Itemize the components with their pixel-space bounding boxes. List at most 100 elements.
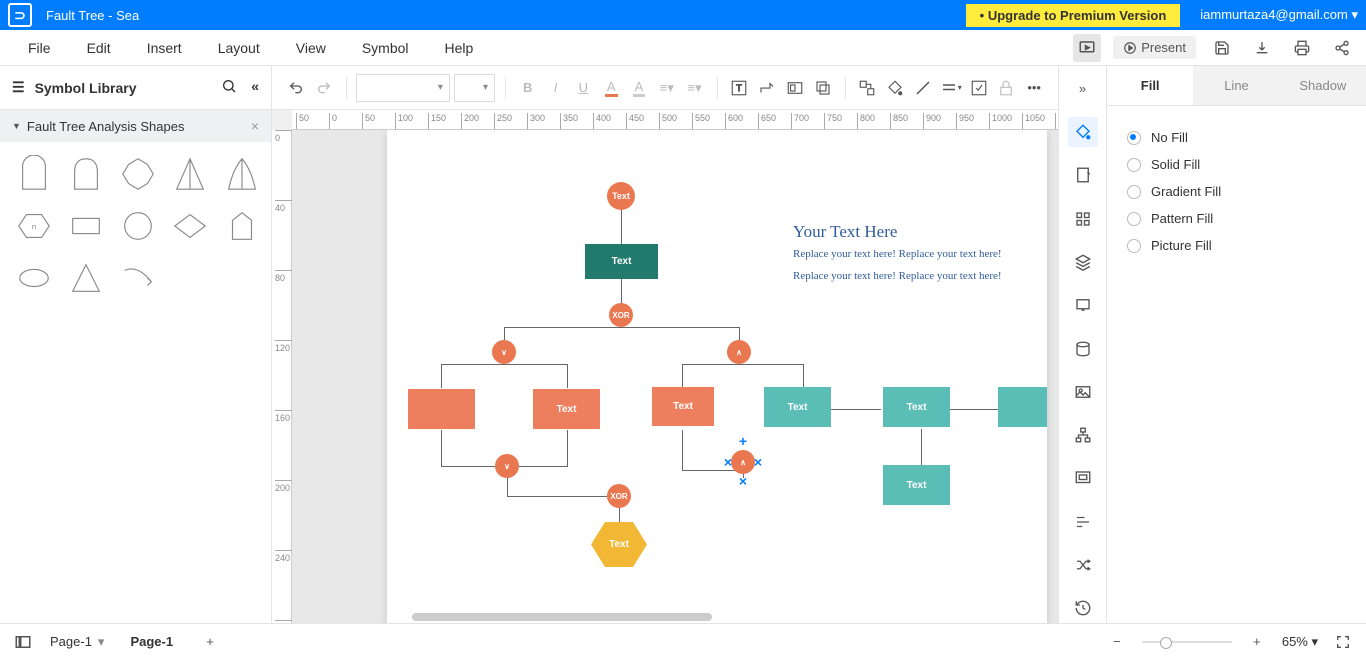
scrollbar-horizontal[interactable] — [412, 613, 712, 621]
node-teal-box1[interactable]: Text — [764, 387, 831, 427]
highlight-button[interactable]: A — [627, 73, 651, 103]
tab-shadow[interactable]: Shadow — [1280, 66, 1366, 105]
line-color-button[interactable] — [911, 73, 935, 103]
zoom-in-button[interactable]: + — [1246, 631, 1268, 653]
layers-panel-button[interactable] — [1068, 247, 1098, 276]
shape-item[interactable] — [116, 152, 160, 196]
node-hex[interactable]: Text — [591, 522, 647, 567]
node-top-circle[interactable]: Text — [607, 182, 635, 210]
shape-item[interactable] — [220, 152, 264, 196]
shape-item[interactable] — [64, 204, 108, 248]
node-and2-selected[interactable]: ∧ — [731, 450, 755, 474]
menu-insert[interactable]: Insert — [129, 40, 200, 56]
tab-line[interactable]: Line — [1193, 66, 1279, 105]
container-button[interactable] — [783, 73, 807, 103]
group-button[interactable] — [855, 73, 879, 103]
fill-panel-button[interactable] — [1068, 117, 1098, 146]
menu-symbol[interactable]: Symbol — [344, 40, 427, 56]
node-or2[interactable]: ∨ — [495, 454, 519, 478]
upgrade-button[interactable]: • Upgrade to Premium Version — [966, 4, 1181, 27]
placeholder-sub2[interactable]: Replace your text here! Replace your tex… — [793, 270, 1053, 282]
expand-panel-button[interactable]: » — [1068, 74, 1098, 103]
page-tab[interactable]: Page-1 — [120, 634, 183, 649]
fullscreen-button[interactable] — [1332, 631, 1354, 653]
slideshow-button[interactable] — [1073, 34, 1101, 62]
gantt-panel-button[interactable] — [1068, 507, 1098, 536]
placeholder-title[interactable]: Your Text Here — [793, 222, 897, 242]
menu-view[interactable]: View — [278, 40, 344, 56]
outline-view-button[interactable] — [12, 631, 34, 653]
page-select[interactable]: Page-1▾ — [50, 634, 104, 650]
fill-option-solid[interactable]: Solid Fill — [1127, 151, 1346, 178]
search-icon[interactable] — [221, 78, 237, 97]
fill-option-nofill[interactable]: No Fill — [1127, 124, 1346, 151]
slides-panel-button[interactable] — [1068, 291, 1098, 320]
tree-panel-button[interactable] — [1068, 421, 1098, 450]
shape-item[interactable] — [168, 152, 212, 196]
add-page-button[interactable]: + — [199, 631, 221, 653]
bold-button[interactable]: B — [516, 73, 540, 103]
shape-item[interactable] — [12, 256, 56, 300]
italic-button[interactable]: I — [544, 73, 568, 103]
node-blank-box[interactable] — [408, 389, 475, 429]
data-panel-button[interactable] — [1068, 334, 1098, 363]
fill-button[interactable] — [883, 73, 907, 103]
close-section-button[interactable]: × — [251, 118, 259, 134]
underline-button[interactable]: U — [571, 73, 595, 103]
print-button[interactable] — [1288, 34, 1316, 62]
collapse-icon[interactable]: « — [251, 78, 259, 97]
save-button[interactable] — [1208, 34, 1236, 62]
shape-item[interactable] — [64, 256, 108, 300]
fill-option-picture[interactable]: Picture Fill — [1127, 232, 1346, 259]
node-text-box1[interactable]: Text — [533, 389, 600, 429]
node-teal-box2[interactable]: Text — [883, 387, 950, 427]
shuffle-panel-button[interactable] — [1068, 550, 1098, 579]
fill-option-gradient[interactable]: Gradient Fill — [1127, 178, 1346, 205]
check-button[interactable] — [967, 73, 991, 103]
node-teal-box3[interactable]: Text — [883, 465, 950, 505]
align-vertical-button[interactable]: ≡▾ — [683, 73, 707, 103]
node-text-box2[interactable]: Text — [652, 387, 714, 426]
shape-item[interactable]: n — [12, 204, 56, 248]
redo-button[interactable] — [312, 73, 336, 103]
font-family-select[interactable] — [356, 74, 450, 102]
fill-option-pattern[interactable]: Pattern Fill — [1127, 205, 1346, 232]
undo-button[interactable] — [284, 73, 308, 103]
menu-edit[interactable]: Edit — [69, 40, 129, 56]
text-color-button[interactable]: A — [599, 73, 623, 103]
menu-file[interactable]: File — [10, 40, 69, 56]
menu-layout[interactable]: Layout — [200, 40, 278, 56]
shape-item[interactable] — [64, 152, 108, 196]
node-teal-box-partial[interactable] — [998, 387, 1047, 427]
node-xor2[interactable]: XOR — [607, 484, 631, 508]
lock-button[interactable] — [994, 73, 1018, 103]
grid-panel-button[interactable] — [1068, 204, 1098, 233]
history-panel-button[interactable] — [1068, 594, 1098, 623]
user-menu[interactable]: iammurtaza4@gmail.com ▾ — [1200, 7, 1358, 23]
node-and-right[interactable]: ∧ — [727, 340, 751, 364]
zoom-out-button[interactable]: − — [1106, 631, 1128, 653]
shape-item[interactable] — [116, 256, 160, 300]
shape-item[interactable] — [220, 204, 264, 248]
line-style-button[interactable]: ▾ — [939, 73, 963, 103]
node-or-left[interactable]: ∨ — [492, 340, 516, 364]
share-button[interactable] — [1328, 34, 1356, 62]
shape-item[interactable] — [168, 204, 212, 248]
comments-panel-button[interactable] — [1068, 464, 1098, 493]
more-button[interactable]: ••• — [1022, 73, 1046, 103]
zoom-slider[interactable] — [1142, 641, 1232, 643]
copy-button[interactable] — [811, 73, 835, 103]
image-panel-button[interactable] — [1068, 377, 1098, 406]
present-button[interactable]: Present — [1113, 36, 1196, 59]
shape-item[interactable] — [12, 152, 56, 196]
zoom-level[interactable]: 65% ▾ — [1282, 634, 1318, 650]
download-button[interactable] — [1248, 34, 1276, 62]
connector-button[interactable] — [755, 73, 779, 103]
align-horizontal-button[interactable]: ≡▾ — [655, 73, 679, 103]
tab-fill[interactable]: Fill — [1107, 66, 1193, 105]
page-panel-button[interactable] — [1068, 161, 1098, 190]
node-top-box[interactable]: Text — [585, 244, 658, 279]
menu-help[interactable]: Help — [427, 40, 492, 56]
font-size-select[interactable] — [454, 74, 495, 102]
placeholder-sub1[interactable]: Replace your text here! Replace your tex… — [793, 248, 1053, 260]
